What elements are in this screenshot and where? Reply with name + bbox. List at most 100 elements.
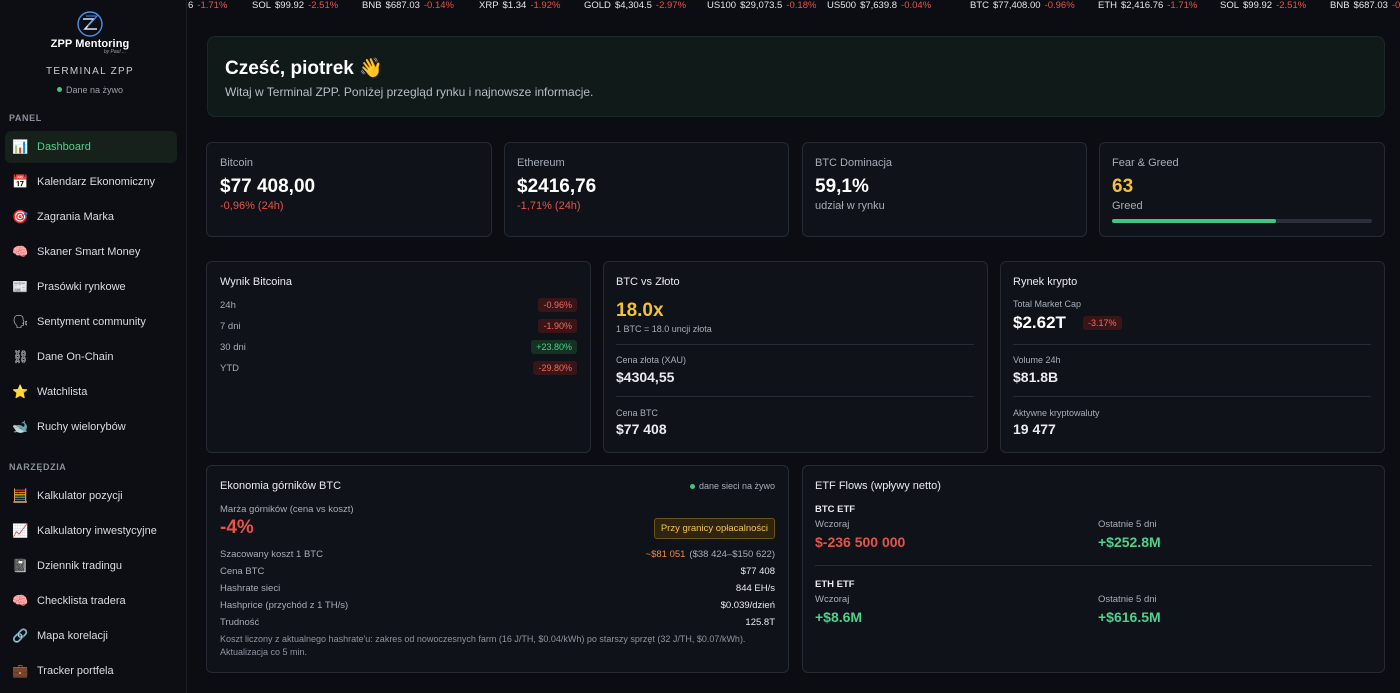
miner-stat-value: $0.039/dzień	[721, 600, 775, 611]
sidebar-item-prasowki-rynkowe[interactable]: 📰 Prasówki rynkowe	[5, 271, 177, 303]
sidebar-item-label: Kalkulatory inwestycyjne	[37, 525, 157, 537]
ticker-item[interactable]: 6 -1.71%	[188, 0, 227, 11]
sidebar-item-label: Checklista tradera	[37, 595, 126, 607]
sidebar-item-icon: 🧠	[12, 244, 29, 259]
ticker-price: $99.92	[275, 0, 305, 11]
performance-value-badge: -29.80%	[533, 361, 577, 375]
ticker-item[interactable]: SOL $99.92 -2.51%	[1220, 0, 1306, 11]
stat-card-bitcoin[interactable]: Bitcoin $77 408,00 -0,96% (24h)	[206, 142, 492, 237]
sidebar-item-dziennik-tradingu[interactable]: 📓 Dziennik tradingu	[5, 550, 177, 582]
market-cap-value: $2.62T	[1013, 313, 1066, 332]
ticker-item[interactable]: ETH $2,416.76 -1.71%	[1098, 0, 1197, 11]
ticker-item[interactable]: BTC $77,408.00 -0.96%	[970, 0, 1075, 11]
sidebar-item-label: Dziennik tradingu	[37, 560, 122, 572]
btc-gold-ratio: 18.0x	[616, 300, 664, 321]
sidebar-item-icon: ⛓	[12, 349, 29, 364]
btc-vs-gold-card: BTC vs Złoto 18.0x 1 BTC = 18.0 uncji zł…	[603, 261, 988, 453]
sidebar-item-kalkulatory-inwestycyjne[interactable]: 📈 Kalkulatory inwestycyjne	[5, 515, 177, 547]
ticker-item[interactable]: SOL $99.92 -2.51%	[252, 0, 338, 11]
live-dot-icon	[689, 484, 695, 490]
welcome-banner: Cześć, piotrek 👋 Witaj w Terminal ZPP. P…	[207, 36, 1385, 117]
stat-card-dominance[interactable]: BTC Dominacja 59,1% udział w rynku	[802, 142, 1087, 237]
live-label: Dane na żywo	[65, 85, 124, 95]
terminal-label: TERMINAL ZPP	[45, 66, 135, 77]
btc-price-value: $77 408	[616, 421, 667, 437]
ticker-change: -0.14%	[423, 0, 454, 11]
fear-greed-label: Greed	[1112, 200, 1143, 212]
sidebar-item-zagrania-marka[interactable]: 🎯 Zagrania Marka	[5, 201, 177, 233]
sidebar-item-label: Prasówki rynkowe	[37, 281, 126, 293]
eth-etf-5d-value: +$616.5M	[1098, 609, 1161, 625]
ticker-item[interactable]: US500 $7,639.8 -0.04%	[827, 0, 931, 11]
etf-flows-card: ETF Flows (wpływy netto) BTC ETF Wczoraj…	[802, 465, 1385, 673]
ticker-change: -1.71%	[1167, 0, 1198, 11]
sidebar-item-icon: 📊	[12, 139, 29, 154]
divider	[815, 565, 1372, 566]
sidebar-item-label: Kalendarz Ekonomiczny	[37, 176, 156, 188]
sidebar-item-kalendarz-ekonomiczny[interactable]: 📅 Kalendarz Ekonomiczny	[5, 166, 177, 198]
sidebar-item-icon: 📰	[12, 279, 29, 294]
ticker-item[interactable]: US100 $29,073.5 -0.18%	[707, 0, 816, 11]
ticker-price: $77,408.00	[993, 0, 1041, 11]
ticker-item[interactable]: BNB$687.03-0.14%	[362, 0, 454, 11]
ticker-change: -0.18%	[786, 0, 817, 11]
ticker-price: $4,304.5	[614, 0, 652, 11]
performance-period-label: YTD	[220, 363, 239, 374]
ticker-symbol: 6	[188, 0, 194, 11]
btc-price-label: Cena BTC	[616, 408, 659, 418]
profitability-badge: Przy granicy opłacalności	[653, 518, 775, 539]
sidebar-item-label: Skaner Smart Money	[37, 246, 141, 258]
stat-sub: udział w rynku	[815, 200, 885, 212]
performance-period-label: 7 dni	[220, 321, 241, 332]
sidebar-item-dashboard[interactable]: 📊 Dashboard	[5, 131, 177, 163]
zpp-logo-icon	[77, 11, 103, 37]
card-title: ETF Flows (wpływy netto)	[815, 480, 941, 492]
sidebar-item-sentyment-community[interactable]: 🗣 Sentyment community	[5, 306, 177, 338]
gold-price-label: Cena złota (XAU)	[616, 355, 687, 365]
sidebar-item-ruchy-wielorybow[interactable]: 🐋 Ruchy wielorybów	[5, 411, 177, 443]
price-ticker: 6 -1.71% SOL $99.92 -2.51% BNB $687.03 -0.14% XR…	[188, 0, 1400, 13]
miners-footnote: Koszt liczony z aktualnego hashrate'u: z…	[220, 634, 746, 657]
ticker-item[interactable]: GOLD $4,304.5 -2.97%	[584, 0, 686, 11]
stat-label: BTC Dominacja	[815, 157, 893, 169]
miner-stat-label: Hashrate sieci	[220, 583, 281, 594]
stat-card-ethereum[interactable]: Ethereum $2416,76 -1,71% (24h)	[504, 142, 789, 237]
btc-etf-yesterday-label: Wczoraj	[815, 519, 850, 530]
brand-logo[interactable]: ZPP Mentoring by Paul ...	[0, 10, 180, 55]
market-cap-label: Total Market Cap	[1013, 299, 1082, 309]
sidebar-item-icon: 📅	[12, 174, 29, 189]
sidebar-item-label: Dashboard	[37, 141, 91, 153]
stat-value: 59,1%	[815, 176, 869, 197]
stat-value: $77 408,00	[220, 176, 316, 197]
ticker-item[interactable]: XRP $1.34 -1.92%	[479, 0, 560, 11]
ticker-change: -0.14%	[1391, 0, 1400, 11]
sidebar-item-skaner-smart-money[interactable]: 🧠 Skaner Smart Money	[5, 236, 177, 268]
ticker-price: $7,639.8	[860, 0, 898, 11]
sidebar-item-icon: 📓	[12, 558, 29, 573]
sidebar-item-tracker-portfela[interactable]: 💼 Tracker portfela	[5, 655, 177, 687]
btc-etf-5d-value: +$252.8M	[1098, 534, 1161, 550]
sidebar-item-watchlista[interactable]: ⭐ Watchlista	[5, 376, 177, 408]
miner-stat-value-main: 844 EH/s	[735, 583, 775, 594]
miner-stat-value-main: $0.039/dzień	[720, 600, 775, 611]
sidebar-item-mapa-korelacji[interactable]: 🔗 Mapa korelacji	[5, 620, 177, 652]
active-cryptos-label: Aktywne kryptowaluty	[1013, 408, 1100, 418]
sidebar-item-dane-on-chain[interactable]: ⛓ Dane On-Chain	[5, 341, 177, 373]
gold-price-value: $4304,55	[616, 369, 675, 385]
sidebar-item-icon: 💼	[12, 663, 29, 678]
ticker-change: -1.71%	[197, 0, 228, 11]
miner-stat-value-main: ~$81 051	[645, 549, 686, 560]
stat-label: Fear & Greed	[1112, 157, 1179, 169]
crypto-market-card: Rynek krypto Total Market Cap $2.62T -3.…	[1000, 261, 1385, 453]
sidebar-item-kalkulator-pozycji[interactable]: 🧮 Kalkulator pozycji	[5, 480, 177, 512]
ticker-change: -1.92%	[530, 0, 561, 11]
sidebar-item-label: Kalkulator pozycji	[37, 490, 123, 502]
ticker-item[interactable]: BNB$687.03-0.14%	[1330, 0, 1400, 11]
sidebar-item-checklista-tradera[interactable]: 🧠 Checklista tradera	[5, 585, 177, 617]
btc-performance-card: Wynik Bitcoina 24h -0.96% 7 dni -1.90% 30 dn…	[206, 261, 591, 453]
stat-value: $2416,76	[517, 176, 597, 197]
market-cap-change-badge: -3.17%	[1083, 316, 1122, 330]
card-title: Rynek krypto	[1013, 276, 1078, 288]
stat-card-fear-greed[interactable]: Fear & Greed 63 Greed	[1099, 142, 1385, 237]
sidebar-item-label: Mapa korelacji	[37, 630, 108, 642]
